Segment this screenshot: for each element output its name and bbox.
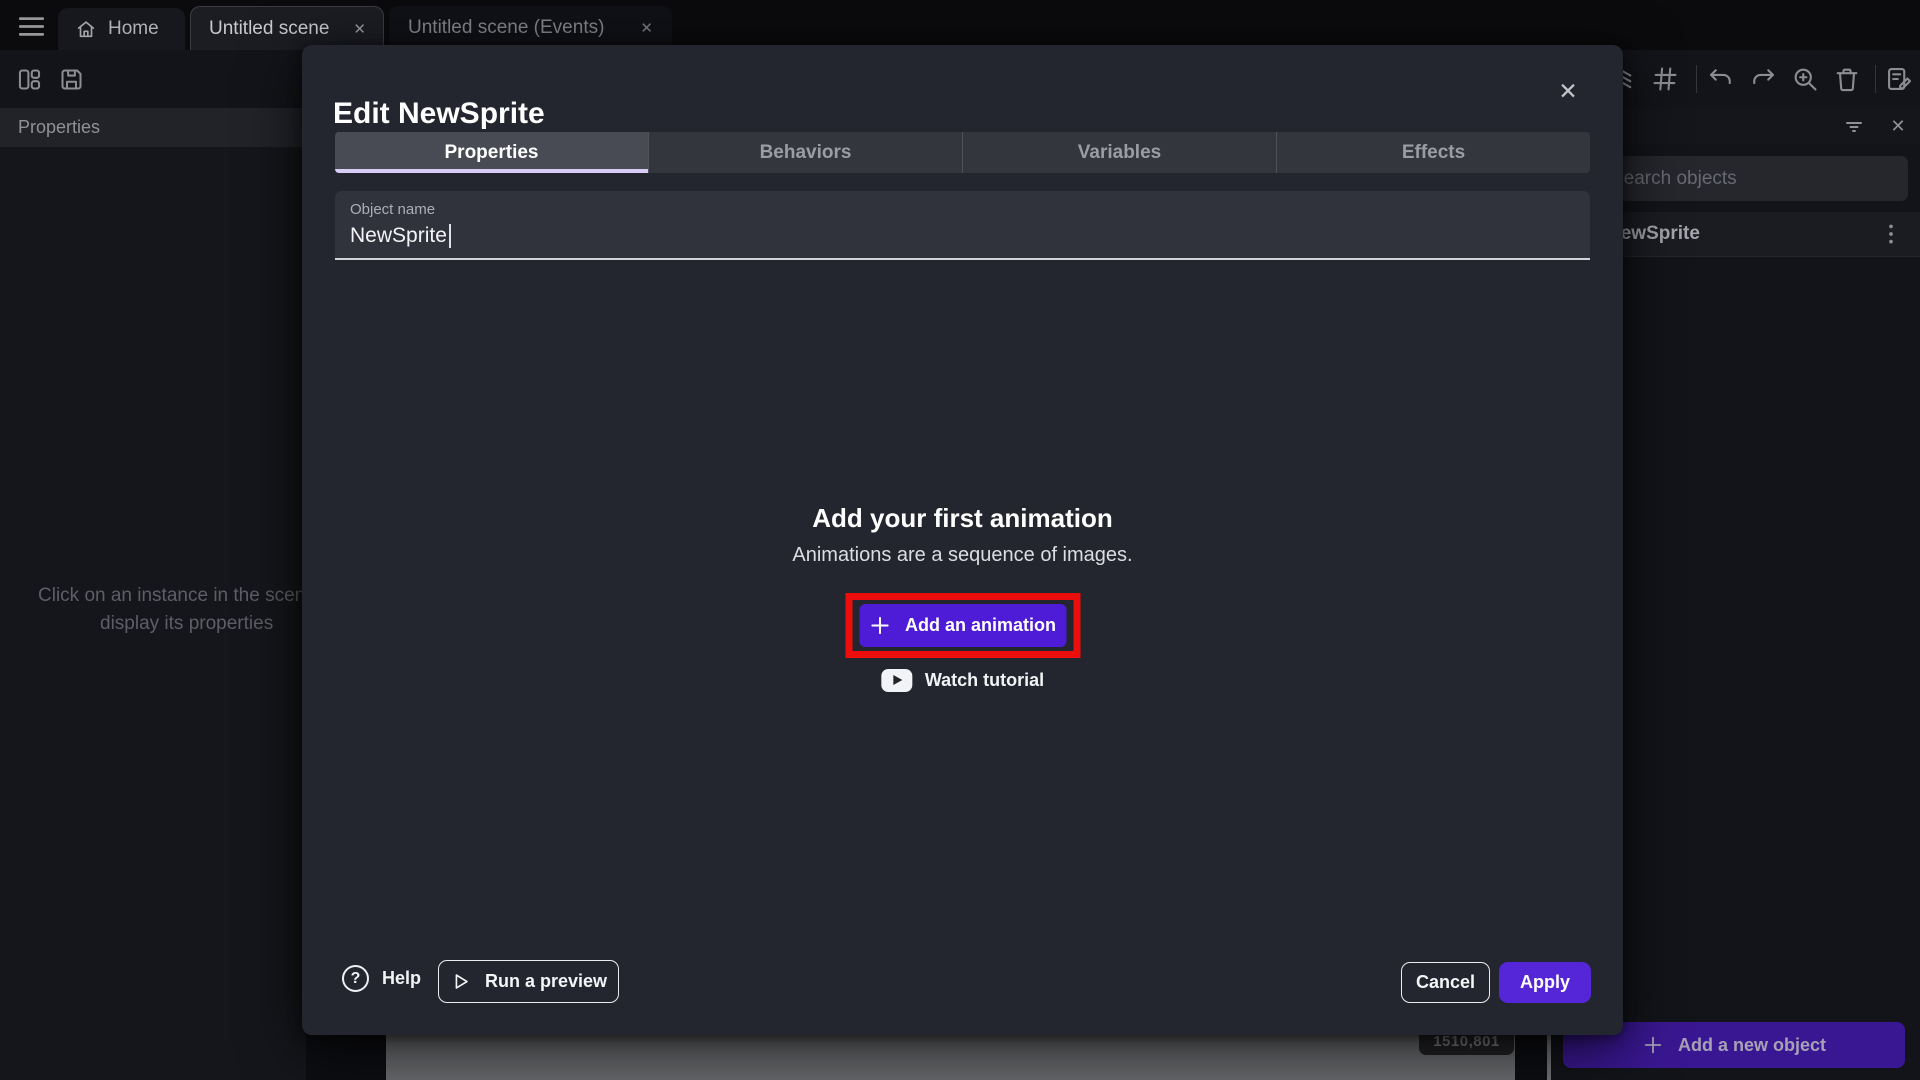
youtube-icon bbox=[881, 669, 912, 692]
zoom-in-button[interactable] bbox=[1790, 64, 1820, 94]
object-name-field-label: Object name bbox=[350, 201, 435, 218]
help-button[interactable]: ? Help bbox=[342, 965, 421, 992]
toolbar-separator bbox=[1875, 65, 1876, 93]
edit-scene-icon bbox=[1885, 65, 1913, 93]
plus-icon bbox=[1642, 1034, 1664, 1056]
watch-tutorial-button[interactable]: Watch tutorial bbox=[881, 665, 1044, 695]
run-preview-button[interactable]: Run a preview bbox=[438, 960, 619, 1003]
tab-behaviors[interactable]: Behaviors bbox=[648, 132, 962, 173]
hamburger-menu-button[interactable] bbox=[12, 12, 50, 40]
tab-properties[interactable]: Properties bbox=[335, 132, 648, 173]
filter-objects-button[interactable] bbox=[1840, 112, 1868, 140]
object-item-menu-button[interactable] bbox=[1880, 219, 1902, 249]
close-icon: ✕ bbox=[1890, 116, 1905, 137]
close-tab-icon[interactable]: ✕ bbox=[349, 18, 370, 40]
plus-icon bbox=[869, 614, 892, 637]
add-new-object-label: Add a new object bbox=[1678, 1035, 1826, 1056]
add-animation-button[interactable]: Add an animation bbox=[859, 604, 1066, 647]
help-icon: ? bbox=[342, 965, 369, 992]
toolbar-separator bbox=[1696, 65, 1697, 93]
filter-icon bbox=[1842, 114, 1866, 138]
close-icon: ✕ bbox=[1558, 78, 1577, 105]
properties-panel-title: Properties bbox=[0, 108, 306, 147]
text-caret bbox=[449, 224, 451, 248]
open-panels-button[interactable] bbox=[14, 64, 44, 94]
grid-button[interactable] bbox=[1650, 64, 1680, 94]
object-name-field-value: NewSprite bbox=[350, 224, 447, 248]
tab-home[interactable]: Home bbox=[58, 8, 185, 50]
save-button[interactable] bbox=[56, 64, 86, 94]
empty-state-subtitle: Animations are a sequence of images. bbox=[302, 544, 1623, 567]
object-name-field[interactable]: Object name NewSprite bbox=[335, 191, 1590, 260]
dialog-title: Edit NewSprite bbox=[333, 97, 545, 131]
dialog-tab-bar: Properties Behaviors Variables Effects bbox=[335, 132, 1590, 173]
watch-tutorial-label: Watch tutorial bbox=[925, 670, 1044, 691]
apply-button[interactable]: Apply bbox=[1499, 962, 1591, 1003]
close-tab-icon[interactable]: ✕ bbox=[636, 17, 657, 39]
undo-icon bbox=[1707, 65, 1735, 93]
main-tab-bar: Home Untitled scene ✕ Untitled scene (Ev… bbox=[0, 0, 1920, 50]
home-icon bbox=[75, 18, 97, 40]
tab-scene-label: Untitled scene bbox=[209, 18, 329, 40]
redo-button[interactable] bbox=[1748, 64, 1778, 94]
instance-hint-line2: display its properties bbox=[100, 613, 273, 635]
tab-untitled-scene-events[interactable]: Untitled scene (Events) ✕ bbox=[389, 6, 672, 50]
add-animation-label: Add an animation bbox=[905, 615, 1056, 636]
empty-state-title: Add your first animation bbox=[302, 503, 1623, 534]
run-preview-label: Run a preview bbox=[485, 971, 607, 992]
tab-untitled-scene[interactable]: Untitled scene ✕ bbox=[190, 6, 384, 50]
kebab-icon bbox=[1882, 221, 1900, 247]
help-label: Help bbox=[382, 968, 421, 989]
cancel-button[interactable]: Cancel bbox=[1401, 962, 1490, 1003]
app-window: Home Untitled scene ✕ Untitled scene (Ev… bbox=[0, 0, 1920, 1080]
highlight-box: Add an animation bbox=[845, 593, 1080, 658]
redo-icon bbox=[1749, 65, 1777, 93]
tab-effects[interactable]: Effects bbox=[1276, 132, 1590, 173]
layout-panels-icon bbox=[16, 66, 43, 93]
dialog-close-button[interactable]: ✕ bbox=[1550, 73, 1586, 109]
zoom-in-icon bbox=[1791, 65, 1819, 93]
tab-variables[interactable]: Variables bbox=[962, 132, 1276, 173]
close-objects-panel-button[interactable]: ✕ bbox=[1884, 112, 1912, 140]
undo-button[interactable] bbox=[1706, 64, 1736, 94]
tab-home-label: Home bbox=[108, 18, 159, 40]
instance-hint-line1: Click on an instance in the scene to bbox=[38, 585, 337, 607]
edit-scene-properties-button[interactable] bbox=[1884, 64, 1914, 94]
play-icon bbox=[450, 971, 472, 993]
save-icon bbox=[58, 66, 85, 93]
tab-events-label: Untitled scene (Events) bbox=[408, 17, 604, 39]
trash-icon bbox=[1833, 65, 1861, 93]
grid-icon bbox=[1651, 65, 1679, 93]
delete-button[interactable] bbox=[1832, 64, 1862, 94]
menu-icon bbox=[18, 16, 45, 37]
edit-object-dialog: Edit NewSprite ✕ Properties Behaviors Va… bbox=[302, 45, 1623, 1035]
